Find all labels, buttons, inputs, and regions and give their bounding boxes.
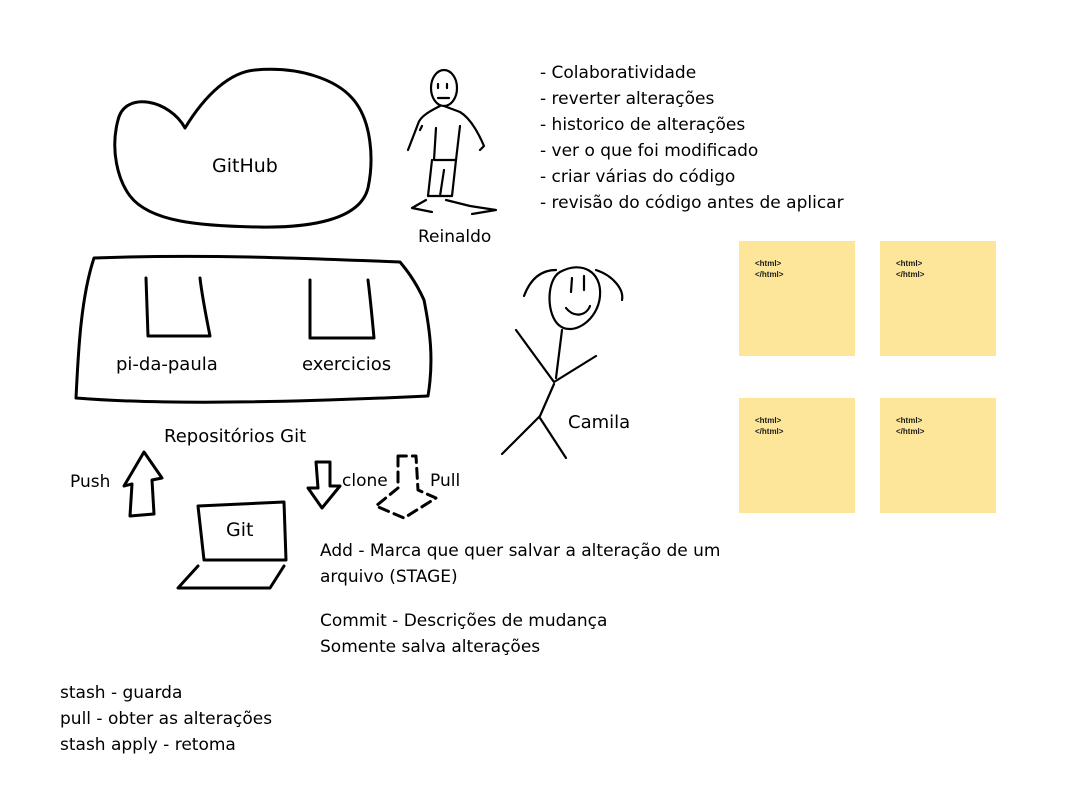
pull-arrow: Pull — [374, 454, 460, 520]
benefit-item: - Colaboratividade — [540, 63, 696, 83]
repo-label-pi-da-paula: pi-da-paula — [116, 354, 218, 375]
reinaldo-figure: Reinaldo — [406, 68, 498, 247]
sticky-note-line: </html> — [896, 427, 925, 436]
camila-body — [500, 328, 598, 460]
sticky-note[interactable]: <html> </html> — [880, 241, 996, 356]
camila-label: Camila — [568, 412, 630, 433]
add-note-line: Add - Marca que quer salvar a alteração … — [320, 541, 721, 561]
repositories-title: Repositórios Git — [164, 426, 306, 447]
sticky-note-line: <html> — [896, 259, 923, 268]
pull-label: Pull — [430, 471, 460, 491]
cloud-outline — [113, 67, 373, 229]
commit-note-line: Commit - Descrições de mudança — [320, 611, 607, 631]
repo-folder-pi-da-paula — [144, 276, 212, 338]
github-label: GitHub — [212, 155, 278, 177]
push-arrow: Push — [70, 450, 164, 518]
camila-figure: Camila — [500, 266, 630, 460]
laptop-base — [176, 564, 286, 590]
repo-label-exercicios: exercicios — [302, 354, 391, 375]
sticky-note-line: </html> — [755, 270, 784, 279]
reinaldo-label: Reinaldo — [418, 227, 491, 247]
sticky-notes: <html> </html> <html> </html> <html> </h… — [739, 241, 996, 513]
stash-notes: stash - guarda pull - obter as alteraçõe… — [60, 683, 272, 755]
stash-note-line: stash apply - retoma — [60, 735, 236, 755]
camila-hair — [522, 268, 624, 302]
git-label: Git — [226, 519, 253, 541]
camila-face — [564, 274, 592, 316]
reinaldo-head — [429, 68, 459, 108]
repositories-outline — [74, 254, 433, 404]
repositories-area: pi-da-paula exercicios Repositórios Git — [74, 254, 433, 447]
benefits-list: - Colaboratividade - reverter alterações… — [540, 63, 844, 213]
sticky-note-line: </html> — [896, 270, 925, 279]
git-laptop: Git — [176, 500, 288, 590]
repo-folder-exercicios — [308, 278, 376, 340]
add-note: Add - Marca que quer salvar a alteração … — [320, 541, 721, 587]
clone-label: clone — [342, 471, 388, 491]
benefit-item: - ver o que foi modificado — [540, 141, 758, 161]
arrow-down-icon — [306, 460, 342, 510]
sticky-note[interactable]: <html> </html> — [739, 398, 855, 513]
benefit-item: - criar várias do código — [540, 167, 735, 187]
arrow-up-icon — [122, 450, 164, 518]
github-cloud: GitHub — [113, 67, 373, 229]
clone-arrow: clone — [306, 460, 388, 510]
sticky-note-line: <html> — [896, 416, 923, 425]
whiteboard-canvas: GitHub Reinaldo - Colaboratividade - rev… — [60, 63, 996, 755]
benefit-item: - revisão do código antes de aplicar — [540, 193, 844, 213]
sticky-note-line: <html> — [755, 416, 782, 425]
benefit-item: - historico de alterações — [540, 115, 745, 135]
stash-note-line: stash - guarda — [60, 683, 182, 703]
sticky-note-line: </html> — [755, 427, 784, 436]
stash-note-line: pull - obter as alterações — [60, 709, 272, 729]
commit-note: Commit - Descrições de mudança Somente s… — [320, 611, 607, 657]
reinaldo-face — [436, 82, 451, 100]
add-note-line: arquivo (STAGE) — [320, 567, 458, 587]
sticky-note-line: <html> — [755, 259, 782, 268]
sticky-note[interactable]: <html> </html> — [739, 241, 855, 356]
reinaldo-body — [406, 104, 498, 216]
sticky-note[interactable]: <html> </html> — [880, 398, 996, 513]
commit-note-line: Somente salva alterações — [320, 637, 540, 657]
camila-head — [548, 266, 602, 331]
benefit-item: - reverter alterações — [540, 89, 715, 109]
push-label: Push — [70, 472, 110, 492]
